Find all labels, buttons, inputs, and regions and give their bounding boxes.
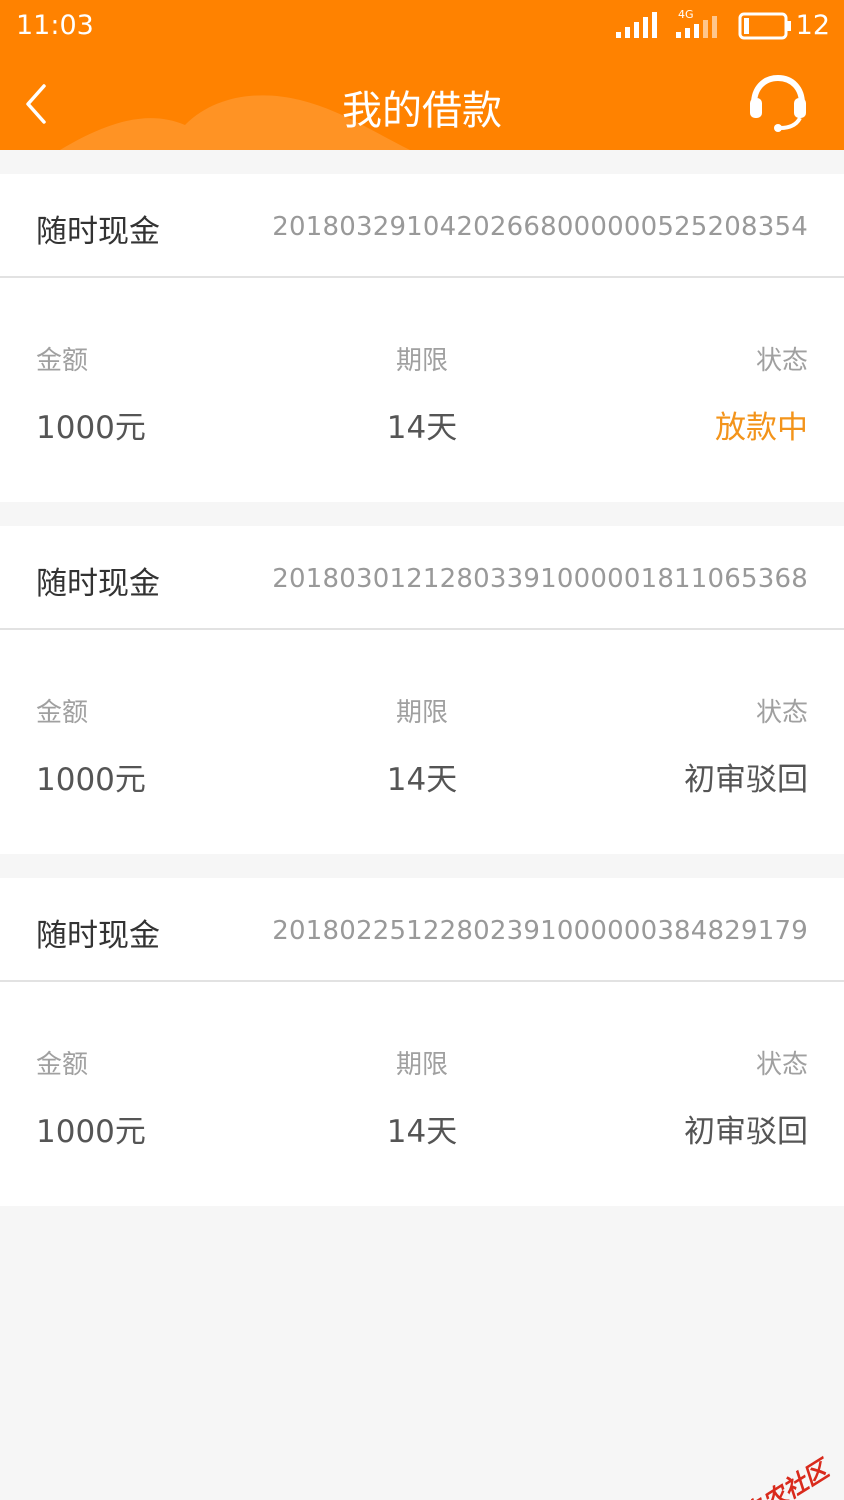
status-label: 状态 <box>755 698 808 728</box>
mobile-data-signal-icon <box>676 16 717 38</box>
loan-status: 初审驳回 <box>684 1114 808 1150</box>
loan-card[interactable]: 随时现金 20180329104202668000000525208354 金额… <box>0 174 844 502</box>
loan-product-name: 随时现金 <box>36 214 160 250</box>
signal-icon <box>616 12 657 38</box>
loan-card-header: 随时现金 20180225122802391000000384829179 <box>0 878 844 982</box>
loan-order-number: 20180225122802391000000384829179 <box>272 916 808 946</box>
loan-status: 放款中 <box>715 410 808 446</box>
loan-order-number: 20180329104202668000000525208354 <box>272 212 808 242</box>
loan-product-name: 随时现金 <box>36 566 160 602</box>
term-label: 期限 <box>395 1050 448 1080</box>
watermark: 卡农社区 <box>712 1450 834 1500</box>
loan-card-header: 随时现金 20180329104202668000000525208354 <box>0 174 844 278</box>
loan-status: 初审驳回 <box>684 762 808 798</box>
watermark-text: 卡农社区 <box>737 1455 834 1500</box>
loan-card-body: 金额 期限 状态 1000元 14天 初审驳回 <box>0 982 844 1206</box>
loan-order-number: 20180301212803391000001811065368 <box>272 564 808 594</box>
page-title: 我的借款 <box>342 88 502 134</box>
term-label: 期限 <box>395 698 448 728</box>
loan-card[interactable]: 随时现金 20180301212803391000001811065368 金额… <box>0 526 844 854</box>
loan-card-header: 随时现金 20180301212803391000001811065368 <box>0 526 844 630</box>
status-bar: 11:03 4G 12 <box>0 0 844 52</box>
loan-card-body: 金额 期限 状态 1000元 14天 初审驳回 <box>0 630 844 854</box>
status-label: 状态 <box>755 1050 808 1080</box>
battery-level: 12 <box>795 10 830 41</box>
loan-product-name: 随时现金 <box>36 918 160 954</box>
status-label: 状态 <box>755 346 808 376</box>
status-time: 11:03 <box>16 10 94 41</box>
app-header: 11:03 4G 12 我的借款 <box>0 0 844 150</box>
term-label: 期限 <box>395 346 448 376</box>
battery-icon <box>738 12 791 40</box>
loan-card[interactable]: 随时现金 20180225122802391000000384829179 金额… <box>0 878 844 1206</box>
headset-icon[interactable] <box>746 70 810 134</box>
loan-card-body: 金额 期限 状态 1000元 14天 放款中 <box>0 278 844 502</box>
